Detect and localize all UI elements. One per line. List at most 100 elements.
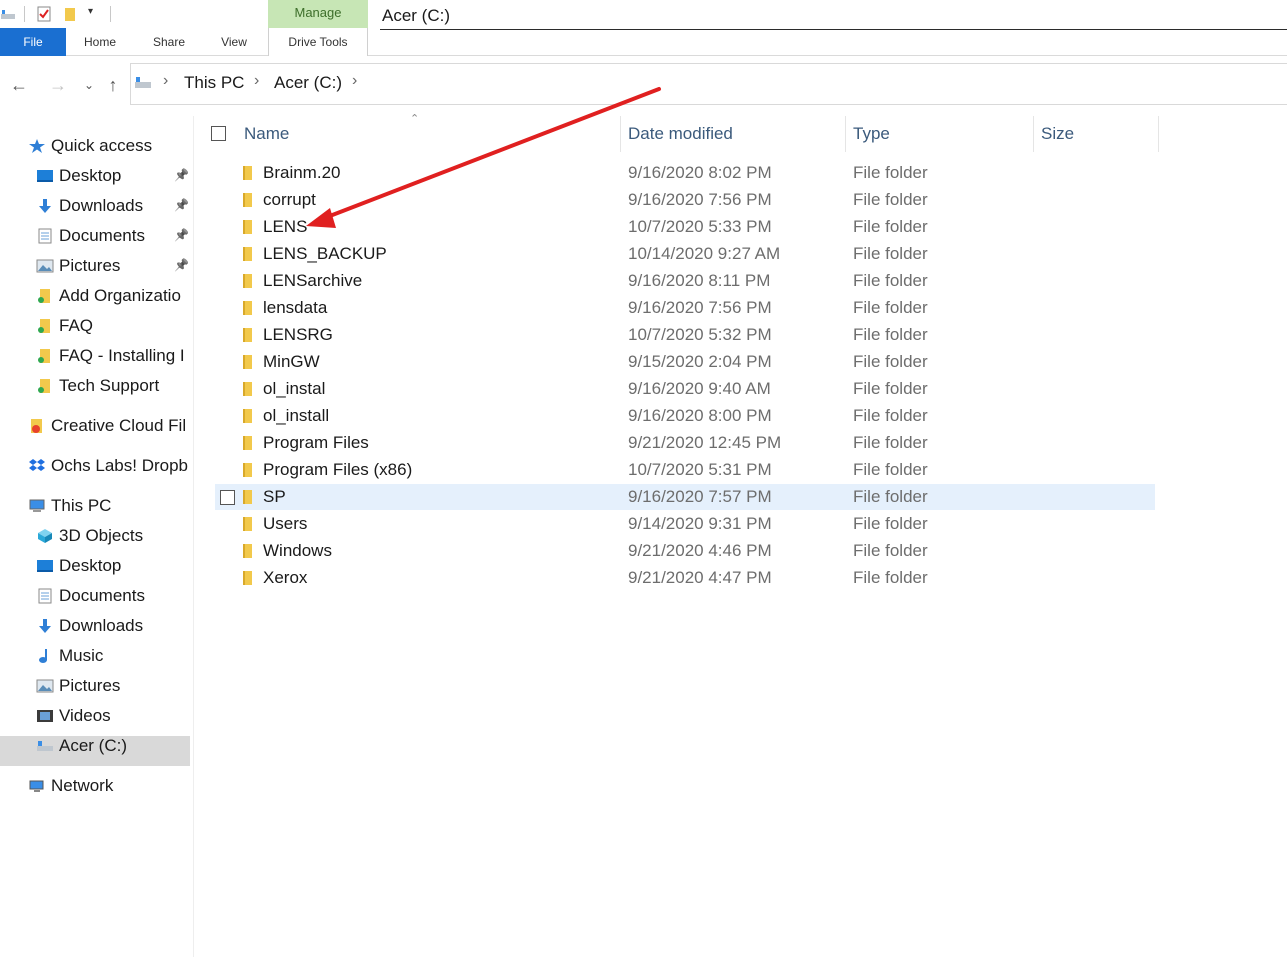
sidebar-item-faq[interactable]: FAQ — [36, 312, 193, 340]
file-name: LENS — [263, 217, 308, 236]
pin-icon[interactable]: 📌 — [174, 228, 189, 242]
sidebar-item-creative-cloud-fil[interactable]: Creative Cloud Fil — [28, 412, 193, 440]
sidebar-item-label: This PC — [51, 496, 112, 515]
sidebar-item-add-organizatio[interactable]: Add Organizatio — [36, 282, 193, 310]
tab-drive-tools[interactable]: Drive Tools — [268, 28, 368, 56]
sidebar-item-videos[interactable]: Videos — [36, 702, 193, 730]
tab-home[interactable]: Home — [70, 28, 130, 56]
folder-icon — [240, 571, 254, 585]
sidebar-item-this-pc[interactable]: This PC — [28, 492, 193, 520]
recent-locations-icon[interactable]: ⌄ — [78, 73, 100, 97]
table-row[interactable]: LENS_BACKUP 10/14/2020 9:27 AM File folder — [215, 241, 1155, 267]
folder-icon — [240, 301, 254, 315]
file-name: LENSRG — [263, 325, 333, 344]
new-folder-icon[interactable] — [62, 6, 78, 22]
file-name: ol_install — [263, 406, 330, 425]
star-icon — [28, 138, 46, 154]
pin-icon[interactable]: 📌 — [174, 198, 189, 212]
folder-icon — [240, 166, 254, 180]
table-row[interactable]: Windows 9/21/2020 4:46 PM File folder — [215, 538, 1155, 564]
sidebar-item-quick-access[interactable]: Quick access — [28, 132, 193, 160]
column-divider[interactable] — [1158, 116, 1159, 152]
table-row[interactable]: Program Files (x86) 10/7/2020 5:31 PM File… — [215, 457, 1155, 483]
file-type: File folder — [853, 541, 928, 560]
file-name: LENS_BACKUP — [263, 244, 387, 263]
column-divider[interactable] — [620, 116, 621, 152]
column-header-size[interactable]: Size — [1041, 124, 1074, 144]
tab-file[interactable]: File — [0, 28, 66, 56]
documents-icon — [36, 588, 54, 604]
row-checkbox[interactable] — [220, 490, 235, 505]
breadcrumb-chevron-icon[interactable]: › — [163, 72, 168, 90]
drive-icon[interactable] — [0, 6, 16, 22]
network-icon — [28, 778, 46, 794]
sidebar-item-label: 3D Objects — [59, 526, 144, 545]
up-arrow-icon[interactable]: ↑ — [102, 73, 124, 97]
forward-arrow-icon[interactable]: → — [47, 73, 69, 97]
table-row[interactable]: Users 9/14/2020 9:31 PM File folder — [215, 511, 1155, 537]
folder-icon — [36, 288, 54, 304]
sidebar-item-label: Creative Cloud Fil — [51, 416, 187, 435]
table-row[interactable]: Xerox 9/21/2020 4:47 PM File folder — [215, 565, 1155, 591]
table-row[interactable]: ol_instal 9/16/2020 9:40 AM File folder — [215, 376, 1155, 402]
folder-icon — [240, 355, 254, 369]
sidebar-item-faq-installing-i[interactable]: FAQ - Installing I — [36, 342, 193, 370]
pin-icon[interactable]: 📌 — [174, 168, 189, 182]
sidebar-item-desktop[interactable]: Desktop 📌 — [36, 162, 193, 190]
file-type: File folder — [853, 217, 928, 236]
pin-icon[interactable]: 📌 — [174, 258, 189, 272]
folder-icon — [240, 247, 254, 261]
file-date: 10/7/2020 5:33 PM — [628, 217, 772, 236]
file-date: 9/16/2020 7:56 PM — [628, 298, 772, 317]
breadcrumb-acer-c[interactable]: Acer (C:) — [274, 73, 342, 93]
column-header-type[interactable]: Type — [853, 124, 890, 144]
column-header-name[interactable]: Name — [244, 124, 289, 144]
sidebar-item-downloads[interactable]: Downloads — [36, 612, 193, 640]
file-type: File folder — [853, 433, 928, 452]
sidebar-item-pictures[interactable]: Pictures 📌 — [36, 252, 193, 280]
column-divider[interactable] — [1033, 116, 1034, 152]
sidebar-item-music[interactable]: Music — [36, 642, 193, 670]
sidebar-item-label: Documents — [59, 586, 145, 605]
sidebar-item-pictures[interactable]: Pictures — [36, 672, 193, 700]
table-row[interactable]: corrupt 9/16/2020 7:56 PM File folder — [215, 187, 1155, 213]
table-row[interactable]: LENSRG 10/7/2020 5:32 PM File folder — [215, 322, 1155, 348]
table-row[interactable]: ol_install 9/16/2020 8:00 PM File folder — [215, 403, 1155, 429]
file-list[interactable]: ⌃ Name Date modified Type Size Brainm.20… — [195, 113, 1287, 957]
back-arrow-icon[interactable]: ← — [8, 73, 30, 97]
sidebar-item-documents[interactable]: Documents — [36, 582, 193, 610]
table-row[interactable]: Brainm.20 9/16/2020 8:02 PM File folder — [215, 160, 1155, 186]
properties-icon[interactable] — [36, 6, 52, 22]
table-row[interactable]: LENSarchive 9/16/2020 8:11 PM File folder — [215, 268, 1155, 294]
file-type: File folder — [853, 460, 928, 479]
tab-view[interactable]: View — [208, 28, 260, 56]
sidebar-item-network[interactable]: Network — [28, 772, 193, 800]
sidebar-item-acer-c[interactable]: Acer (C:) — [36, 732, 193, 760]
sidebar-item-label: Add Organizatio — [59, 286, 181, 305]
sidebar-item-desktop[interactable]: Desktop — [36, 552, 193, 580]
breadcrumb-this-pc[interactable]: This PC — [184, 73, 244, 93]
download-icon — [36, 198, 54, 214]
sidebar-item-ochs-labs-dropb[interactable]: Ochs Labs! Dropb — [28, 452, 193, 480]
column-header-date[interactable]: Date modified — [628, 124, 733, 144]
sidebar-item-tech-support[interactable]: Tech Support — [36, 372, 193, 400]
sidebar-item-downloads[interactable]: Downloads 📌 — [36, 192, 193, 220]
customize-toolbar-icon[interactable]: ▾ — [88, 6, 93, 17]
navigation-pane[interactable]: Quick access Desktop 📌 Downloads 📌 Documents 📌… — [0, 116, 194, 957]
table-row[interactable]: lensdata 9/16/2020 7:56 PM File folder — [215, 295, 1155, 321]
pictures-icon — [36, 678, 54, 694]
sidebar-item-documents[interactable]: Documents 📌 — [36, 222, 193, 250]
table-row[interactable]: SP 9/16/2020 7:57 PM File folder — [215, 484, 1155, 510]
breadcrumb-chevron-icon[interactable]: › — [254, 72, 259, 90]
table-row[interactable]: Program Files 9/21/2020 12:45 PM File fold… — [215, 430, 1155, 456]
breadcrumb-chevron-icon[interactable]: › — [352, 72, 357, 90]
select-all-checkbox[interactable] — [211, 126, 226, 141]
window-title: Acer (C:) — [382, 6, 450, 25]
sidebar-item-3d-objects[interactable]: 3D Objects — [36, 522, 193, 550]
table-row[interactable]: LENS 10/7/2020 5:33 PM File folder — [215, 214, 1155, 240]
tab-share[interactable]: Share — [140, 28, 198, 56]
column-divider[interactable] — [845, 116, 846, 152]
file-type: File folder — [853, 298, 928, 317]
table-row[interactable]: MinGW 9/15/2020 2:04 PM File folder — [215, 349, 1155, 375]
file-type: File folder — [853, 163, 928, 182]
